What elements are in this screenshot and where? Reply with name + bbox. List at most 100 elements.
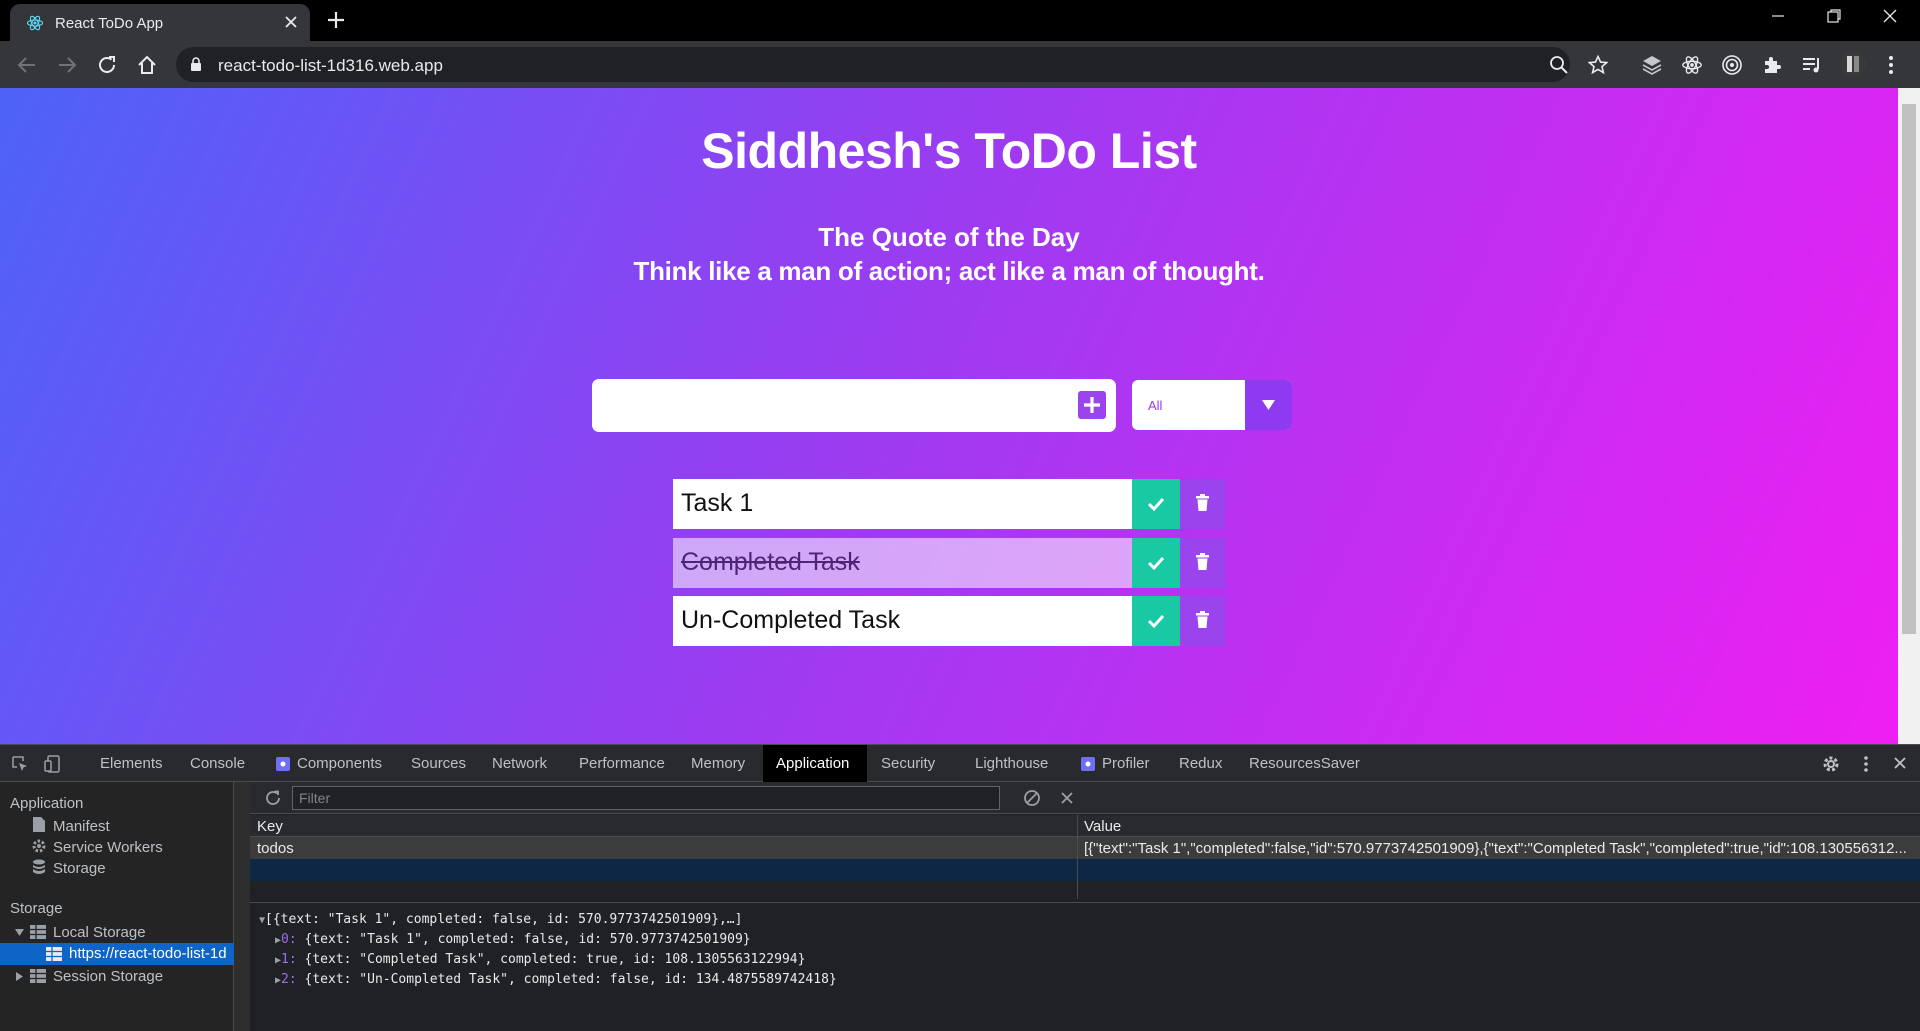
delete-button[interactable] <box>1180 479 1225 529</box>
quote-heading: The Quote of the Day <box>818 222 1080 252</box>
local-storage-origin: https://react-todo-list-1d <box>69 945 227 962</box>
clear-all-icon[interactable] <box>1023 789 1041 807</box>
devtools-tab-console[interactable]: Console <box>190 755 245 772</box>
expand-triangle-icon[interactable] <box>15 928 24 937</box>
sidebar-item-storage[interactable]: Storage <box>53 860 106 877</box>
value-preview: ▼[{text: "Task 1", completed: false, id:… <box>250 902 1920 1031</box>
address-bar[interactable]: react-todo-list-1d316.web.app <box>176 47 1608 82</box>
plus-icon[interactable] <box>326 10 346 30</box>
devtools-tab-network[interactable]: Network <box>492 755 547 772</box>
complete-button[interactable] <box>1132 479 1180 529</box>
preview-item[interactable]: ▶0: {text: "Task 1", completed: false, i… <box>275 932 751 947</box>
reload-icon[interactable] <box>96 54 118 76</box>
preview-item[interactable]: ▶1: {text: "Completed Task", completed: … <box>275 952 805 967</box>
devtools-tab-elements[interactable]: Elements <box>100 755 163 772</box>
filter-select[interactable]: All <box>1132 380 1292 430</box>
profile-avatar-icon[interactable] <box>1839 50 1867 78</box>
devtools-tab-application[interactable]: Application <box>776 755 849 772</box>
todo-text: Task 1 <box>673 479 1132 529</box>
home-icon[interactable] <box>136 54 158 76</box>
sidebar-item-session-storage[interactable]: Session Storage <box>53 968 163 985</box>
devtools-tab-memory[interactable]: Memory <box>691 755 745 772</box>
preview-item[interactable]: ▶2: {text: "Un-Completed Task", complete… <box>275 972 837 987</box>
more-options-icon[interactable] <box>1863 754 1869 774</box>
extensions-icon[interactable] <box>1761 54 1783 76</box>
zoom-icon[interactable] <box>1549 55 1569 75</box>
storage-table-header: Key Value <box>250 815 1920 837</box>
todo-item: Task 1 <box>673 479 1225 529</box>
sidebar-item-service-workers[interactable]: Service Workers <box>53 839 163 856</box>
complete-button[interactable] <box>1132 538 1180 588</box>
devtools-tab-security[interactable]: Security <box>881 755 935 772</box>
sidebar-item-local-storage[interactable]: Local Storage <box>53 924 146 941</box>
check-icon <box>1147 497 1165 512</box>
media-icon[interactable] <box>1801 54 1823 76</box>
devtools-panel: Elements Console Components Sources Netw… <box>0 744 1920 1031</box>
star-icon[interactable] <box>1588 55 1608 75</box>
check-icon <box>1147 614 1165 629</box>
inspect-icon[interactable] <box>11 755 29 773</box>
page-viewport: Siddhesh's ToDo List The Quote of the Da… <box>0 88 1920 744</box>
column-divider[interactable] <box>1077 815 1078 899</box>
gear-icon <box>31 838 47 854</box>
trash-icon <box>1196 494 1209 511</box>
close-icon[interactable] <box>284 15 298 29</box>
devtools-tab-redux[interactable]: Redux <box>1179 755 1222 772</box>
react-devtools-icon[interactable] <box>1681 54 1703 76</box>
devtools-tab-sources[interactable]: Sources <box>411 755 466 772</box>
back-icon[interactable] <box>16 54 38 76</box>
browser-tab[interactable]: React ToDo App <box>10 4 310 41</box>
delete-button[interactable] <box>1180 538 1225 588</box>
devtools-tab-resourcessaver[interactable]: ResourcesSaver <box>1249 755 1360 772</box>
refresh-icon[interactable] <box>264 789 282 807</box>
page-title: Siddhesh's ToDo List <box>701 123 1197 179</box>
minimize-icon[interactable] <box>1770 8 1786 24</box>
close-window-icon[interactable] <box>1882 8 1898 24</box>
lock-icon[interactable] <box>190 57 202 72</box>
restore-icon[interactable] <box>1826 8 1842 24</box>
devtools-tab-profiler[interactable]: Profiler <box>1102 755 1150 772</box>
todo-item: Un-Completed Task <box>673 596 1225 646</box>
add-todo-button[interactable] <box>1078 391 1106 419</box>
column-header-key[interactable]: Key <box>257 818 283 835</box>
column-header-value[interactable]: Value <box>1084 818 1121 835</box>
trash-icon <box>1196 553 1209 570</box>
device-toggle-icon[interactable] <box>44 755 62 773</box>
sidebar-item-selected-origin[interactable]: https://react-todo-list-1d <box>0 943 234 965</box>
complete-button[interactable] <box>1132 596 1180 646</box>
sidebar-resize-handle[interactable] <box>234 782 250 1031</box>
storage-filter-input[interactable] <box>292 786 1000 810</box>
page-scrollbar[interactable] <box>1898 88 1920 744</box>
grid-table-icon <box>30 969 46 983</box>
close-devtools-icon[interactable] <box>1893 756 1907 770</box>
delete-button[interactable] <box>1180 596 1225 646</box>
sidebar-item-manifest[interactable]: Manifest <box>53 818 110 835</box>
application-sidebar: Application Manifest Service Workers Sto… <box>0 782 234 1031</box>
layers-icon[interactable] <box>1641 54 1663 76</box>
browser-toolbar: react-todo-list-1d316.web.app <box>0 41 1920 88</box>
scrollbar-thumb[interactable] <box>1902 104 1916 634</box>
quote-text: Think like a man of action; act like a m… <box>633 256 1265 286</box>
filter-dropdown-button[interactable] <box>1245 380 1292 430</box>
preview-summary[interactable]: ▼[{text: "Task 1", completed: false, id:… <box>259 912 742 927</box>
react-icon <box>26 14 44 32</box>
storage-table-row[interactable]: todos [{"text":"Task 1","completed":fals… <box>250 837 1920 859</box>
collapse-triangle-icon[interactable] <box>15 972 24 981</box>
devtools-tab-lighthouse[interactable]: Lighthouse <box>975 755 1048 772</box>
devtools-tab-components[interactable]: Components <box>297 755 382 772</box>
todo-input[interactable] <box>592 379 1116 432</box>
target-icon[interactable] <box>1721 54 1743 76</box>
devtools-tab-performance[interactable]: Performance <box>579 755 665 772</box>
forward-icon[interactable] <box>56 54 78 76</box>
row-key: todos <box>257 840 294 857</box>
trash-icon <box>1196 611 1209 628</box>
url-text[interactable]: react-todo-list-1d316.web.app <box>218 56 443 76</box>
row-value: [{"text":"Task 1","completed":false,"id"… <box>1084 840 1907 857</box>
storage-table-empty-row[interactable] <box>250 859 1920 881</box>
file-icon <box>33 817 45 832</box>
devtools-tab-bar: Elements Console Components Sources Netw… <box>0 745 1920 782</box>
tab-title: React ToDo App <box>55 15 164 32</box>
menu-icon[interactable] <box>1887 54 1895 76</box>
settings-gear-icon[interactable] <box>1821 754 1841 774</box>
delete-selected-icon[interactable] <box>1060 791 1074 805</box>
